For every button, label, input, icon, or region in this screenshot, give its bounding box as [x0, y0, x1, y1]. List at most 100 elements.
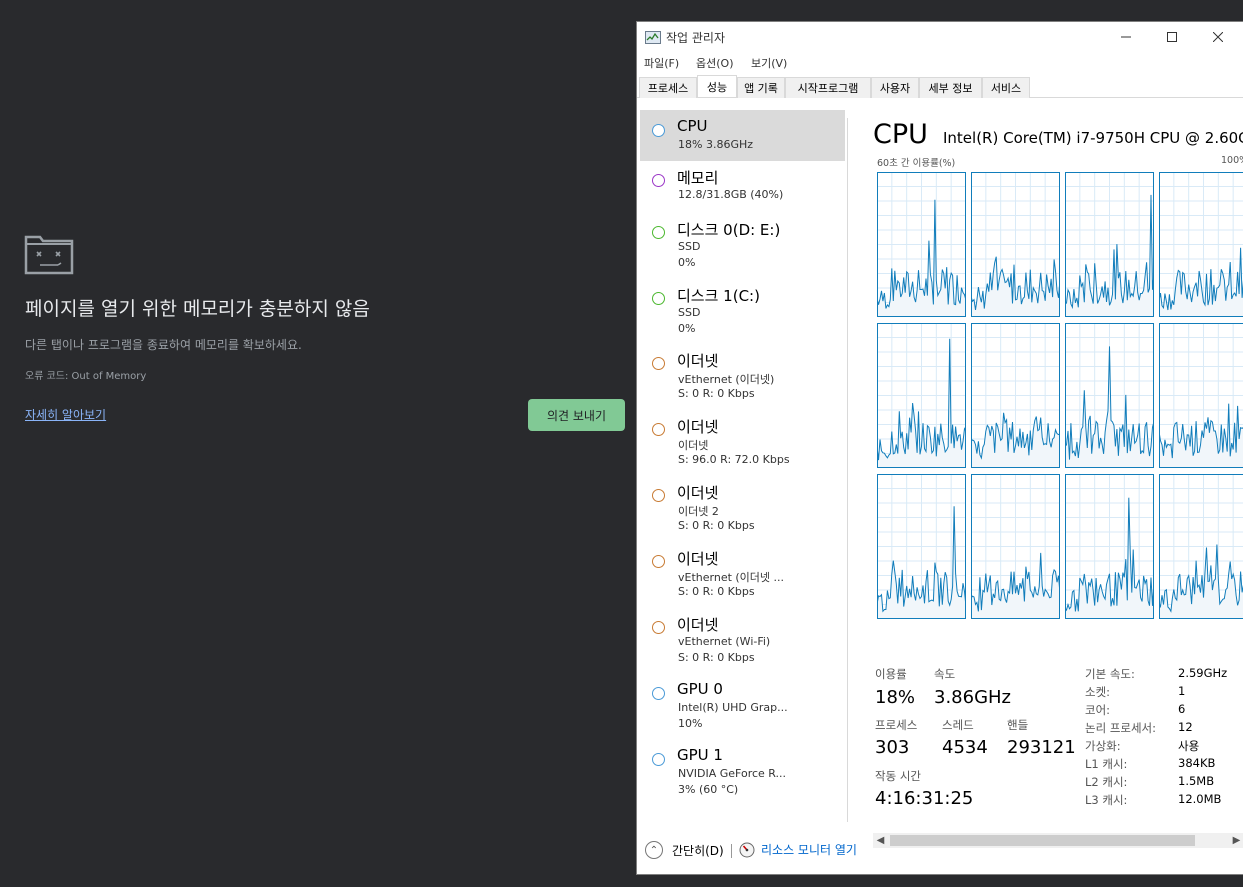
error-title: 페이지를 열기 위한 메모리가 충분하지 않음 — [25, 298, 370, 320]
close-button[interactable] — [1195, 22, 1241, 52]
spec-base-speed-label: 기본 속도: — [1085, 667, 1135, 681]
core-graph — [1159, 474, 1243, 619]
title-bar[interactable]: 작업 관리자 — [637, 22, 1243, 52]
tab-details[interactable]: 세부 정보 — [919, 77, 982, 98]
cpu-model: Intel(R) Core(TM) i7-9750H CPU @ 2.60GHz — [943, 129, 1243, 147]
spec-base-speed-value: 2.59GHz — [1178, 666, 1228, 680]
sidebar-item-ethernet-3[interactable]: 이더넷 이더넷 2 S: 0 R: 0 Kbps — [637, 482, 848, 542]
core-graph — [1065, 323, 1154, 468]
core-graph — [1065, 474, 1154, 619]
core-graph — [877, 172, 966, 317]
sidebar-item-label: 이더넷 — [677, 550, 719, 568]
learn-more-link[interactable]: 자세히 알아보기 — [25, 406, 106, 423]
ethernet-indicator-icon — [652, 555, 665, 568]
task-manager-window: 작업 관리자 파일(F) 옵션(O) 보기(V) 프로세스 성능 앱 기록 시작… — [636, 21, 1243, 875]
sidebar-item-detail: 이더넷 — [678, 439, 709, 452]
memory-indicator-icon — [652, 174, 665, 187]
spec-cores-label: 코어: — [1085, 703, 1111, 717]
sidebar-item-label: GPU 0 — [677, 680, 723, 698]
sidebar-item-usage: 0% — [678, 256, 696, 269]
spec-l3-cache-label: L3 캐시: — [1085, 793, 1128, 807]
spec-l2-cache-value: 1.5MB — [1178, 774, 1215, 788]
resource-monitor-label: 리소스 모니터 열기 — [761, 843, 857, 857]
spec-sockets-label: 소켓: — [1085, 685, 1111, 699]
sidebar-item-detail: vEthernet (Wi-Fi) — [678, 635, 771, 648]
sidebar-item-usage: S: 0 R: 0 Kbps — [678, 585, 755, 598]
sidebar-item-usage: 3% (60 °C) — [678, 783, 739, 796]
sidebar-item-usage: 0% — [678, 322, 696, 335]
spec-virtualization-value: 사용 — [1178, 739, 1200, 753]
sidebar-item-label: 디스크 1(C:) — [677, 287, 760, 305]
minimize-button[interactable] — [1103, 22, 1149, 52]
sidebar-item-label: 메모리 — [677, 169, 719, 187]
cpu-heading: CPU — [873, 119, 928, 150]
cpu-detail-panel: CPU Intel(R) Core(TM) i7-9750H CPU @ 2.6… — [849, 99, 1243, 848]
sidebar-item-ethernet-2[interactable]: 이더넷 이더넷 S: 96.0 R: 72.0 Kbps — [637, 416, 848, 476]
sidebar-item-label: GPU 1 — [677, 746, 723, 764]
open-resource-monitor-link[interactable]: 리소스 모니터 열기 — [739, 841, 857, 858]
graph-max-label: 100% — [1221, 155, 1243, 166]
sidebar-item-label: 이더넷 — [677, 418, 719, 436]
menu-file[interactable]: 파일(F) — [644, 55, 679, 71]
speed-label: 속도 — [934, 667, 956, 681]
menu-bar: 파일(F) 옵션(O) 보기(V) — [637, 52, 1243, 72]
tab-app-history[interactable]: 앱 기록 — [737, 77, 785, 98]
handles-label: 핸들 — [1007, 718, 1029, 732]
sidebar-item-usage: S: 0 R: 0 Kbps — [678, 519, 755, 532]
tab-processes[interactable]: 프로세스 — [639, 77, 697, 98]
sidebar-item-usage: S: 0 R: 0 Kbps — [678, 651, 755, 664]
tab-startup[interactable]: 시작프로그램 — [785, 77, 871, 98]
processes-value: 303 — [875, 737, 910, 758]
sidebar-item-usage: 10% — [678, 717, 703, 730]
core-graph — [971, 474, 1060, 619]
utilization-value: 18% — [875, 687, 916, 708]
utilization-label: 이용률 — [875, 667, 907, 681]
threads-label: 스레드 — [942, 718, 974, 732]
sidebar-item-label: 이더넷 — [677, 352, 719, 370]
disk-indicator-icon — [652, 292, 665, 305]
spec-logical-processors-value: 12 — [1178, 720, 1193, 734]
sidebar-item-gpu-1[interactable]: GPU 1 NVIDIA GeForce R... 3% (60 °C) — [637, 746, 848, 806]
sidebar-item-label: CPU — [677, 117, 708, 135]
core-graph — [1065, 172, 1154, 317]
ethernet-indicator-icon — [652, 489, 665, 502]
sidebar-item-disk-1[interactable]: 디스크 1(C:) SSD 0% — [637, 285, 848, 345]
sidebar-item-cpu[interactable]: CPU 18% 3.86GHz — [637, 117, 848, 163]
sidebar-item-detail: 이더넷 2 — [678, 505, 719, 518]
maximize-button[interactable] — [1149, 22, 1195, 52]
fewer-details-label: 간단히(D) — [672, 843, 724, 858]
core-graph — [1159, 323, 1243, 468]
close-icon — [1213, 32, 1223, 42]
maximize-icon — [1167, 32, 1177, 42]
cpu-indicator-icon — [652, 124, 665, 137]
sidebar-item-gpu-0[interactable]: GPU 0 Intel(R) UHD Grap... 10% — [637, 680, 848, 740]
uptime-value: 4:16:31:25 — [875, 788, 974, 809]
sidebar-item-usage: S: 0 R: 0 Kbps — [678, 387, 755, 400]
core-graph — [1159, 172, 1243, 317]
menu-options[interactable]: 옵션(O) — [696, 55, 733, 71]
ethernet-indicator-icon — [652, 621, 665, 634]
ethernet-indicator-icon — [652, 423, 665, 436]
sidebar-item-ethernet-5[interactable]: 이더넷 vEthernet (Wi-Fi) S: 0 R: 0 Kbps — [637, 614, 848, 674]
gpu-indicator-icon — [652, 753, 665, 766]
menu-view[interactable]: 보기(V) — [751, 55, 787, 71]
tab-bar: 프로세스 성능 앱 기록 시작프로그램 사용자 세부 정보 서비스 — [637, 75, 1243, 98]
send-feedback-button[interactable]: 의견 보내기 — [528, 399, 625, 431]
sidebar-item-label: 이더넷 — [677, 484, 719, 502]
threads-value: 4534 — [942, 737, 988, 758]
disk-indicator-icon — [652, 226, 665, 239]
chevron-up-icon: ⌃ — [645, 841, 663, 859]
sidebar-item-memory[interactable]: 메모리 12.8/31.8GB (40%) — [637, 167, 848, 213]
sidebar-item-disk-0[interactable]: 디스크 0(D: E:) SSD 0% — [637, 219, 848, 279]
core-graph — [971, 172, 1060, 317]
tab-users[interactable]: 사용자 — [871, 77, 919, 98]
uptime-label: 작동 시간 — [875, 769, 921, 783]
tab-services[interactable]: 서비스 — [982, 77, 1030, 98]
sidebar-item-ethernet-1[interactable]: 이더넷 vEthernet (이더넷) S: 0 R: 0 Kbps — [637, 350, 848, 410]
core-graph — [877, 323, 966, 468]
sidebar-item-ethernet-4[interactable]: 이더넷 vEthernet (이더넷 ... S: 0 R: 0 Kbps — [637, 548, 848, 608]
resource-list: CPU 18% 3.86GHz 메모리 12.8/31.8GB (40%) 디스… — [637, 99, 848, 819]
window-title: 작업 관리자 — [666, 31, 726, 45]
tab-performance[interactable]: 성능 — [697, 75, 737, 97]
fewer-details-button[interactable]: ⌃ 간단히(D) — [645, 841, 724, 859]
